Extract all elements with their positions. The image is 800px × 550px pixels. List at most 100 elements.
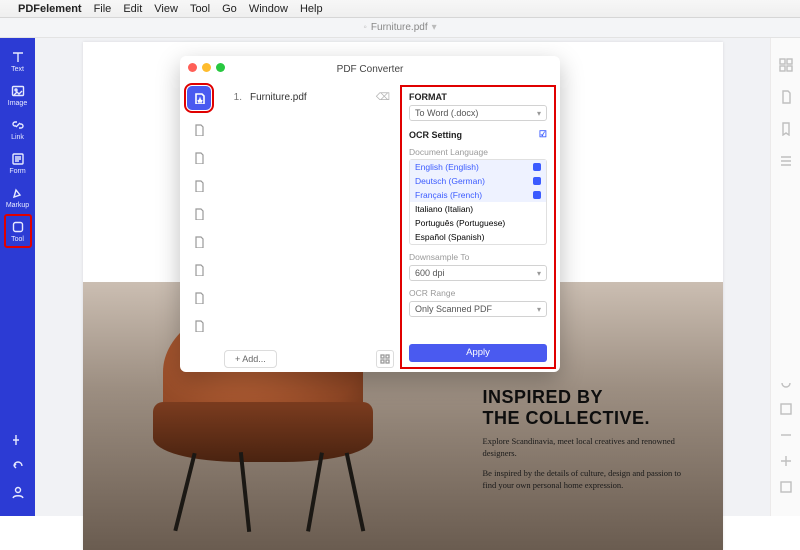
format-epub-button[interactable] <box>191 262 207 278</box>
rs-rotate[interactable] <box>779 376 793 390</box>
sidebar-item-image[interactable]: Image <box>4 78 32 112</box>
remove-file-icon[interactable]: ⌫ <box>376 92 390 103</box>
plus-icon <box>779 454 793 468</box>
apply-button[interactable]: Apply <box>409 344 547 362</box>
rs-fit[interactable] <box>779 480 793 494</box>
image-icon <box>11 84 25 98</box>
sidebar-item-text[interactable]: Text <box>4 44 32 78</box>
rs-page[interactable] <box>779 90 793 104</box>
zoom-icon[interactable] <box>216 63 225 72</box>
format-image-button[interactable] <box>191 178 207 194</box>
lang-english[interactable]: English (English) <box>410 160 546 174</box>
file-icon <box>193 152 205 164</box>
sidebar-item-link[interactable]: Link <box>4 112 32 146</box>
file-icon <box>193 292 205 304</box>
file-list: 1. Furniture.pdf ⌫ + Add... <box>218 82 400 372</box>
menu-view[interactable]: View <box>154 3 178 15</box>
format-ppt-button[interactable] <box>191 150 207 166</box>
add-file-button[interactable]: + Add... <box>224 350 277 368</box>
rotate-icon <box>779 376 793 390</box>
menu-file[interactable]: File <box>94 3 112 15</box>
word-icon <box>193 92 205 104</box>
pdf-converter-panel: PDF Converter 1. Furniture.pdf ⌫ + Add..… <box>180 56 560 372</box>
format-column <box>180 82 218 372</box>
sidebar-bottom <box>11 427 25 516</box>
grid-icon <box>380 354 390 364</box>
format-select[interactable]: To Word (.docx) <box>409 105 547 121</box>
panel-titlebar: PDF Converter <box>180 56 560 82</box>
view-toggle-button[interactable] <box>376 350 394 368</box>
settings-column: FORMAT To Word (.docx) OCR Setting ☑ Doc… <box>400 85 556 369</box>
format-text-button[interactable] <box>191 206 207 222</box>
sidebar-item-form[interactable]: Form <box>4 146 32 180</box>
menu-tool[interactable]: Tool <box>190 3 210 15</box>
rs-thumbnails[interactable] <box>779 58 793 72</box>
text-icon <box>11 50 25 64</box>
format-html-button[interactable] <box>191 234 207 250</box>
link-icon <box>11 118 25 132</box>
menu-window[interactable]: Window <box>249 3 288 15</box>
lang-german[interactable]: Deutsch (German) <box>410 174 546 188</box>
check-icon <box>533 163 541 171</box>
menu-go[interactable]: Go <box>222 3 237 15</box>
crop-icon <box>779 402 793 416</box>
file-icon <box>193 208 205 220</box>
lang-portuguese[interactable]: Português (Portuguese) <box>410 216 546 230</box>
menu-help[interactable]: Help <box>300 3 323 15</box>
menu-edit[interactable]: Edit <box>123 3 142 15</box>
page-text-block: INSPIRED BY THE COLLECTIVE. Explore Scan… <box>483 387 693 492</box>
file-icon <box>193 124 205 136</box>
rs-plus[interactable] <box>779 454 793 468</box>
downsample-select[interactable]: 600 dpi <box>409 265 547 281</box>
sidebar-item-markup[interactable]: Markup <box>4 180 32 214</box>
window-controls[interactable] <box>188 63 225 72</box>
thumbnails-icon <box>779 58 793 72</box>
list-icon <box>779 154 793 168</box>
headline-1: INSPIRED BY <box>483 387 693 408</box>
check-icon <box>533 177 541 185</box>
document-tab-title[interactable]: Furniture.pdf <box>371 22 428 33</box>
file-name: Furniture.pdf <box>250 92 307 103</box>
left-toolbar: Text Image Link Form Markup Tool <box>0 38 35 516</box>
sidebar-item-tool[interactable]: Tool <box>4 214 32 248</box>
lang-spanish[interactable]: Español (Spanish) <box>410 230 546 244</box>
app-name[interactable]: PDFelement <box>18 3 82 15</box>
rs-crop[interactable] <box>779 402 793 416</box>
form-icon <box>11 152 25 166</box>
expand-icon[interactable] <box>11 433 25 447</box>
undo-icon[interactable] <box>11 459 25 473</box>
rs-minus[interactable] <box>779 428 793 442</box>
ocr-section-title: OCR Setting ☑ <box>409 129 547 140</box>
minimize-icon[interactable] <box>202 63 211 72</box>
check-icon <box>533 191 541 199</box>
lang-italian[interactable]: Italiano (Italian) <box>410 202 546 216</box>
doc-language-label: Document Language <box>409 147 547 157</box>
tool-icon <box>11 220 25 234</box>
format-more-button[interactable] <box>191 318 207 334</box>
file-row[interactable]: 1. Furniture.pdf ⌫ <box>222 88 396 106</box>
ocr-range-label: OCR Range <box>409 288 547 298</box>
minus-icon <box>779 428 793 442</box>
ocr-toggle[interactable]: ☑ <box>539 129 547 140</box>
format-excel-button[interactable] <box>191 122 207 138</box>
rs-list[interactable] <box>779 154 793 168</box>
window-titlebar: ◦ Furniture.pdf ▾ <box>0 18 800 38</box>
close-icon[interactable] <box>188 63 197 72</box>
file-index: 1. <box>222 92 242 103</box>
ocr-range-select[interactable]: Only Scanned PDF <box>409 301 547 317</box>
user-icon[interactable] <box>11 485 25 499</box>
mac-menubar: PDFelement File Edit View Tool Go Window… <box>0 0 800 18</box>
paragraph-1: Explore Scandinavia, meet local creative… <box>483 436 693 460</box>
lang-french[interactable]: Français (French) <box>410 188 546 202</box>
format-rtf-button[interactable] <box>191 290 207 306</box>
downsample-label: Downsample To <box>409 252 547 262</box>
rs-bookmark[interactable] <box>779 122 793 136</box>
panel-title: PDF Converter <box>337 64 404 75</box>
bookmark-icon <box>779 122 793 136</box>
page-icon <box>779 90 793 104</box>
language-list[interactable]: English (English) Deutsch (German) Franç… <box>409 159 547 245</box>
format-section-title: FORMAT <box>409 92 547 102</box>
markup-icon <box>11 186 25 200</box>
format-word-button[interactable] <box>187 86 211 110</box>
file-icon <box>193 264 205 276</box>
